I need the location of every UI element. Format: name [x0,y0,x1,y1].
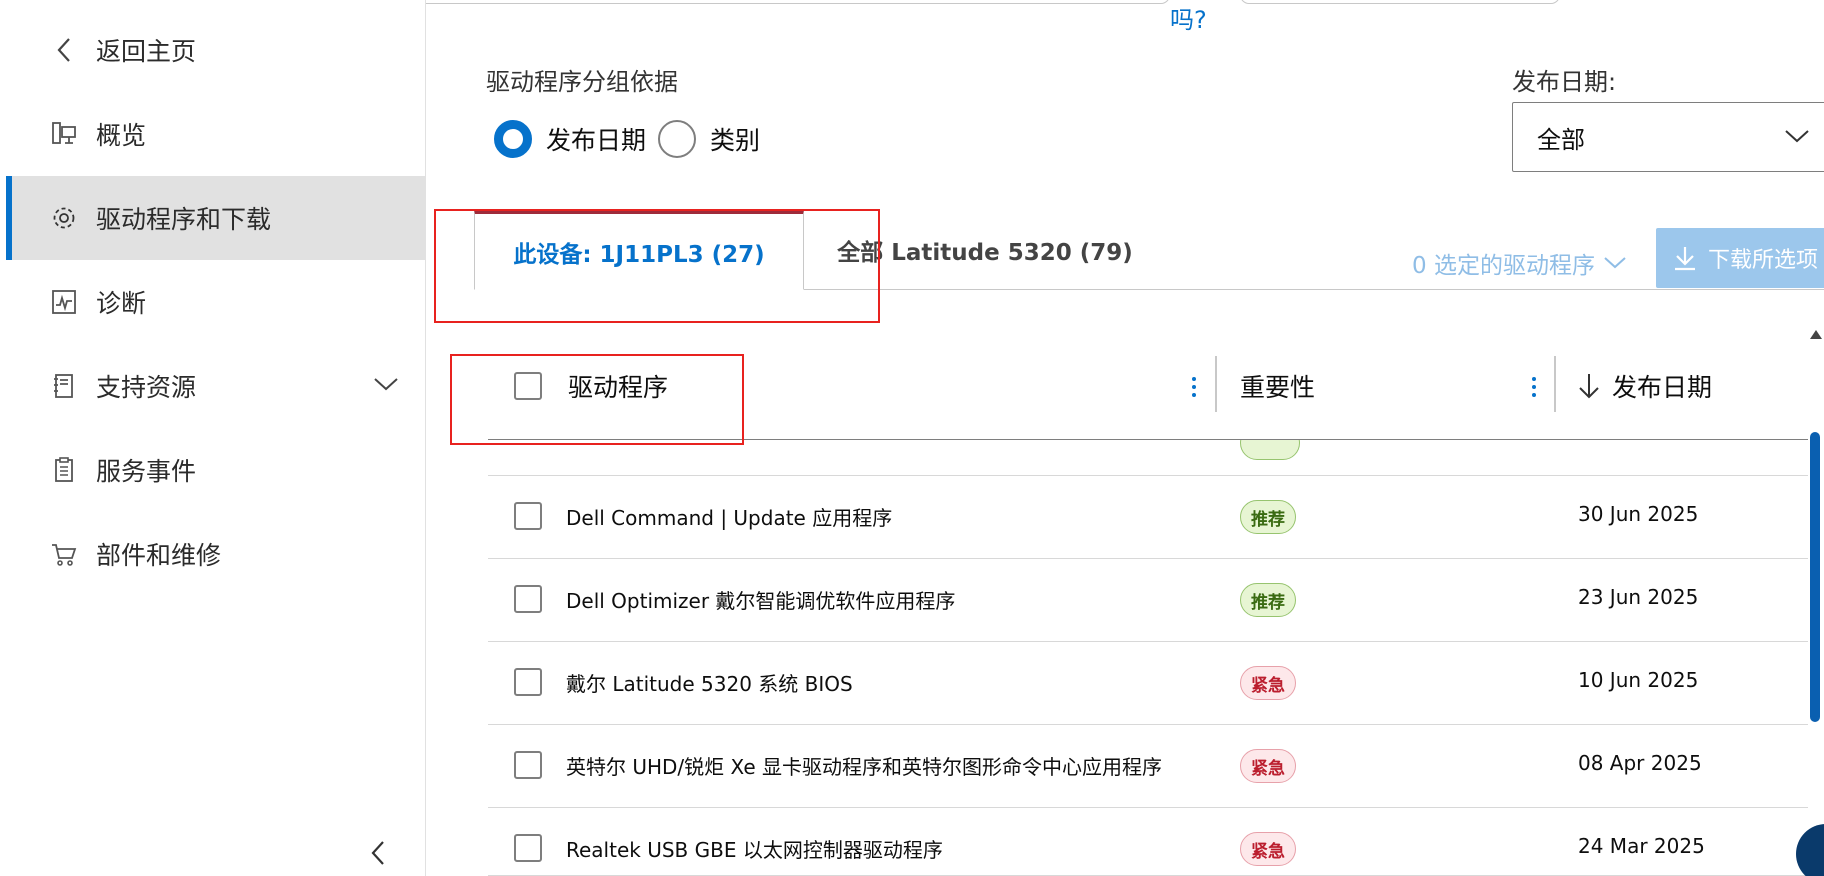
select-all-checkbox[interactable] [514,372,542,400]
row-checkbox[interactable] [514,668,542,696]
status-badge: 推荐 [1240,500,1296,534]
sidebar-item-label: 概览 [96,121,147,150]
radio-category[interactable]: 类别 [658,120,760,158]
download-selected-label: 下载所选项 [1708,248,1819,273]
chevron-down-icon [1783,127,1811,149]
group-by-label: 驱动程序分组依据 [486,68,678,96]
row-checkbox[interactable] [514,502,542,530]
chevron-left-icon [371,841,384,865]
driver-name[interactable]: Dell Optimizer 戴尔智能调优软件应用程序 [566,585,955,614]
driver-name[interactable]: 戴尔 Latitude 5320 系统 BIOS [566,668,853,697]
selected-drivers-label: 0 选定的驱动程序 [1412,253,1595,279]
help-question-fragment[interactable]: 吗? [1170,0,1207,35]
more-vert-icon[interactable] [1184,370,1204,404]
clipboard-icon [50,456,78,484]
collapse-sidebar-button[interactable] [368,838,392,868]
table-row[interactable]: Dell Command | Update 应用程序 推荐 30 Jun 202… [488,476,1808,559]
table-row[interactable]: Realtek USB GBE 以太网控制器驱动程序 紧急 24 Mar 202… [488,808,1808,876]
status-badge: 紧急 [1240,749,1296,783]
driver-name[interactable]: Realtek USB GBE 以太网控制器驱动程序 [566,834,943,863]
cart-icon [50,540,78,568]
table-row-partial [488,440,1808,476]
row-checkbox[interactable] [514,751,542,779]
radio-circle[interactable] [494,120,532,158]
more-vert-icon[interactable] [1524,370,1544,404]
sidebar-item-parts-repair[interactable]: 部件和维修 [8,512,426,596]
sidebar-item-label: 支持资源 [96,373,197,402]
table-row[interactable]: 戴尔 Latitude 5320 系统 BIOS 紧急 10 Jun 2025 [488,642,1808,725]
arrow-down-icon [1579,374,1599,399]
sidebar-item-overview[interactable]: 概览 [8,92,426,176]
scroll-up-icon[interactable] [1808,326,1824,345]
selected-drivers-dropdown[interactable]: 0 选定的驱动程序 [1412,246,1627,280]
column-separator[interactable] [1215,356,1217,412]
sidebar-item-service-events[interactable]: 服务事件 [8,428,426,512]
sidebar: 返回主页 概览 驱动程序和下载 诊断 支持资源 服务事件 部件和维修 [0,0,426,876]
release-date: 30 Jun 2025 [1578,502,1699,526]
sidebar-item-drivers-downloads[interactable]: 驱动程序和下载 [6,176,426,260]
sidebar-item-label: 服务事件 [96,457,197,486]
sidebar-item-diagnostics[interactable]: 诊断 [8,260,426,344]
sidebar-item-label: 部件和维修 [96,541,222,570]
tab-this-device[interactable]: 此设备: 1J11PL3 (27) [474,210,804,290]
sidebar-item-back-home[interactable]: 返回主页 [8,8,426,92]
chevron-down-icon [1603,250,1627,276]
scrollbar-thumb[interactable] [1810,432,1820,722]
chevron-down-icon [372,376,400,396]
sidebar-item-support-resources[interactable]: 支持资源 [8,344,426,428]
table-row[interactable]: Dell Optimizer 戴尔智能调优软件应用程序 推荐 23 Jun 20… [488,559,1808,642]
status-badge: 紧急 [1240,666,1296,700]
computer-icon [50,120,78,148]
table-row[interactable]: 英特尔 UHD/锐炬 Xe 显卡驱动程序和英特尔图形命令中心应用程序 紧急 08… [488,725,1808,808]
release-date-value: 全部 [1537,125,1585,154]
row-checkbox[interactable] [514,834,542,862]
driver-name[interactable]: Dell Command | Update 应用程序 [566,502,892,531]
gear-icon [50,204,78,232]
release-date: 10 Jun 2025 [1578,668,1699,692]
radio-label: 类别 [710,126,761,155]
select-all-checkbox-cell[interactable] [514,366,542,406]
header-importance[interactable]: 重要性 [1240,366,1315,406]
radio-circle[interactable] [658,120,696,158]
release-date: 24 Mar 2025 [1578,834,1705,858]
search-bar-fragment-right[interactable] [1240,0,1560,4]
sidebar-item-label: 返回主页 [96,37,197,66]
row-checkbox[interactable] [514,585,542,613]
radio-label: 发布日期 [546,126,647,155]
release-date-label: 发布日期: [1512,68,1617,96]
status-badge: 紧急 [1240,832,1296,866]
sidebar-item-label: 驱动程序和下载 [96,205,272,234]
driver-name[interactable]: 英特尔 UHD/锐炬 Xe 显卡驱动程序和英特尔图形命令中心应用程序 [566,751,1162,780]
radio-release-date[interactable]: 发布日期 [494,120,646,158]
table-header: 驱动程序 重要性 发布日期 [488,346,1808,440]
status-badge-partial [1240,440,1300,460]
release-date: 23 Jun 2025 [1578,585,1699,609]
chevron-left-icon [50,36,78,64]
release-date: 08 Apr 2025 [1578,751,1702,775]
header-driver[interactable]: 驱动程序 [568,366,668,406]
tab-all-model[interactable]: 全部 Latitude 5320 (79) [830,210,1140,290]
header-release-date-label: 发布日期 [1612,373,1713,402]
download-selected-button[interactable]: 下载所选项 [1656,228,1824,288]
sidebar-item-label: 诊断 [96,289,147,318]
column-separator[interactable] [1554,356,1556,412]
release-date-select[interactable]: 全部 [1512,102,1824,172]
pulse-icon [50,288,78,316]
book-icon [50,372,78,400]
header-release-date[interactable]: 发布日期 [1576,366,1712,406]
download-icon [1672,244,1698,272]
status-badge: 推荐 [1240,583,1296,617]
